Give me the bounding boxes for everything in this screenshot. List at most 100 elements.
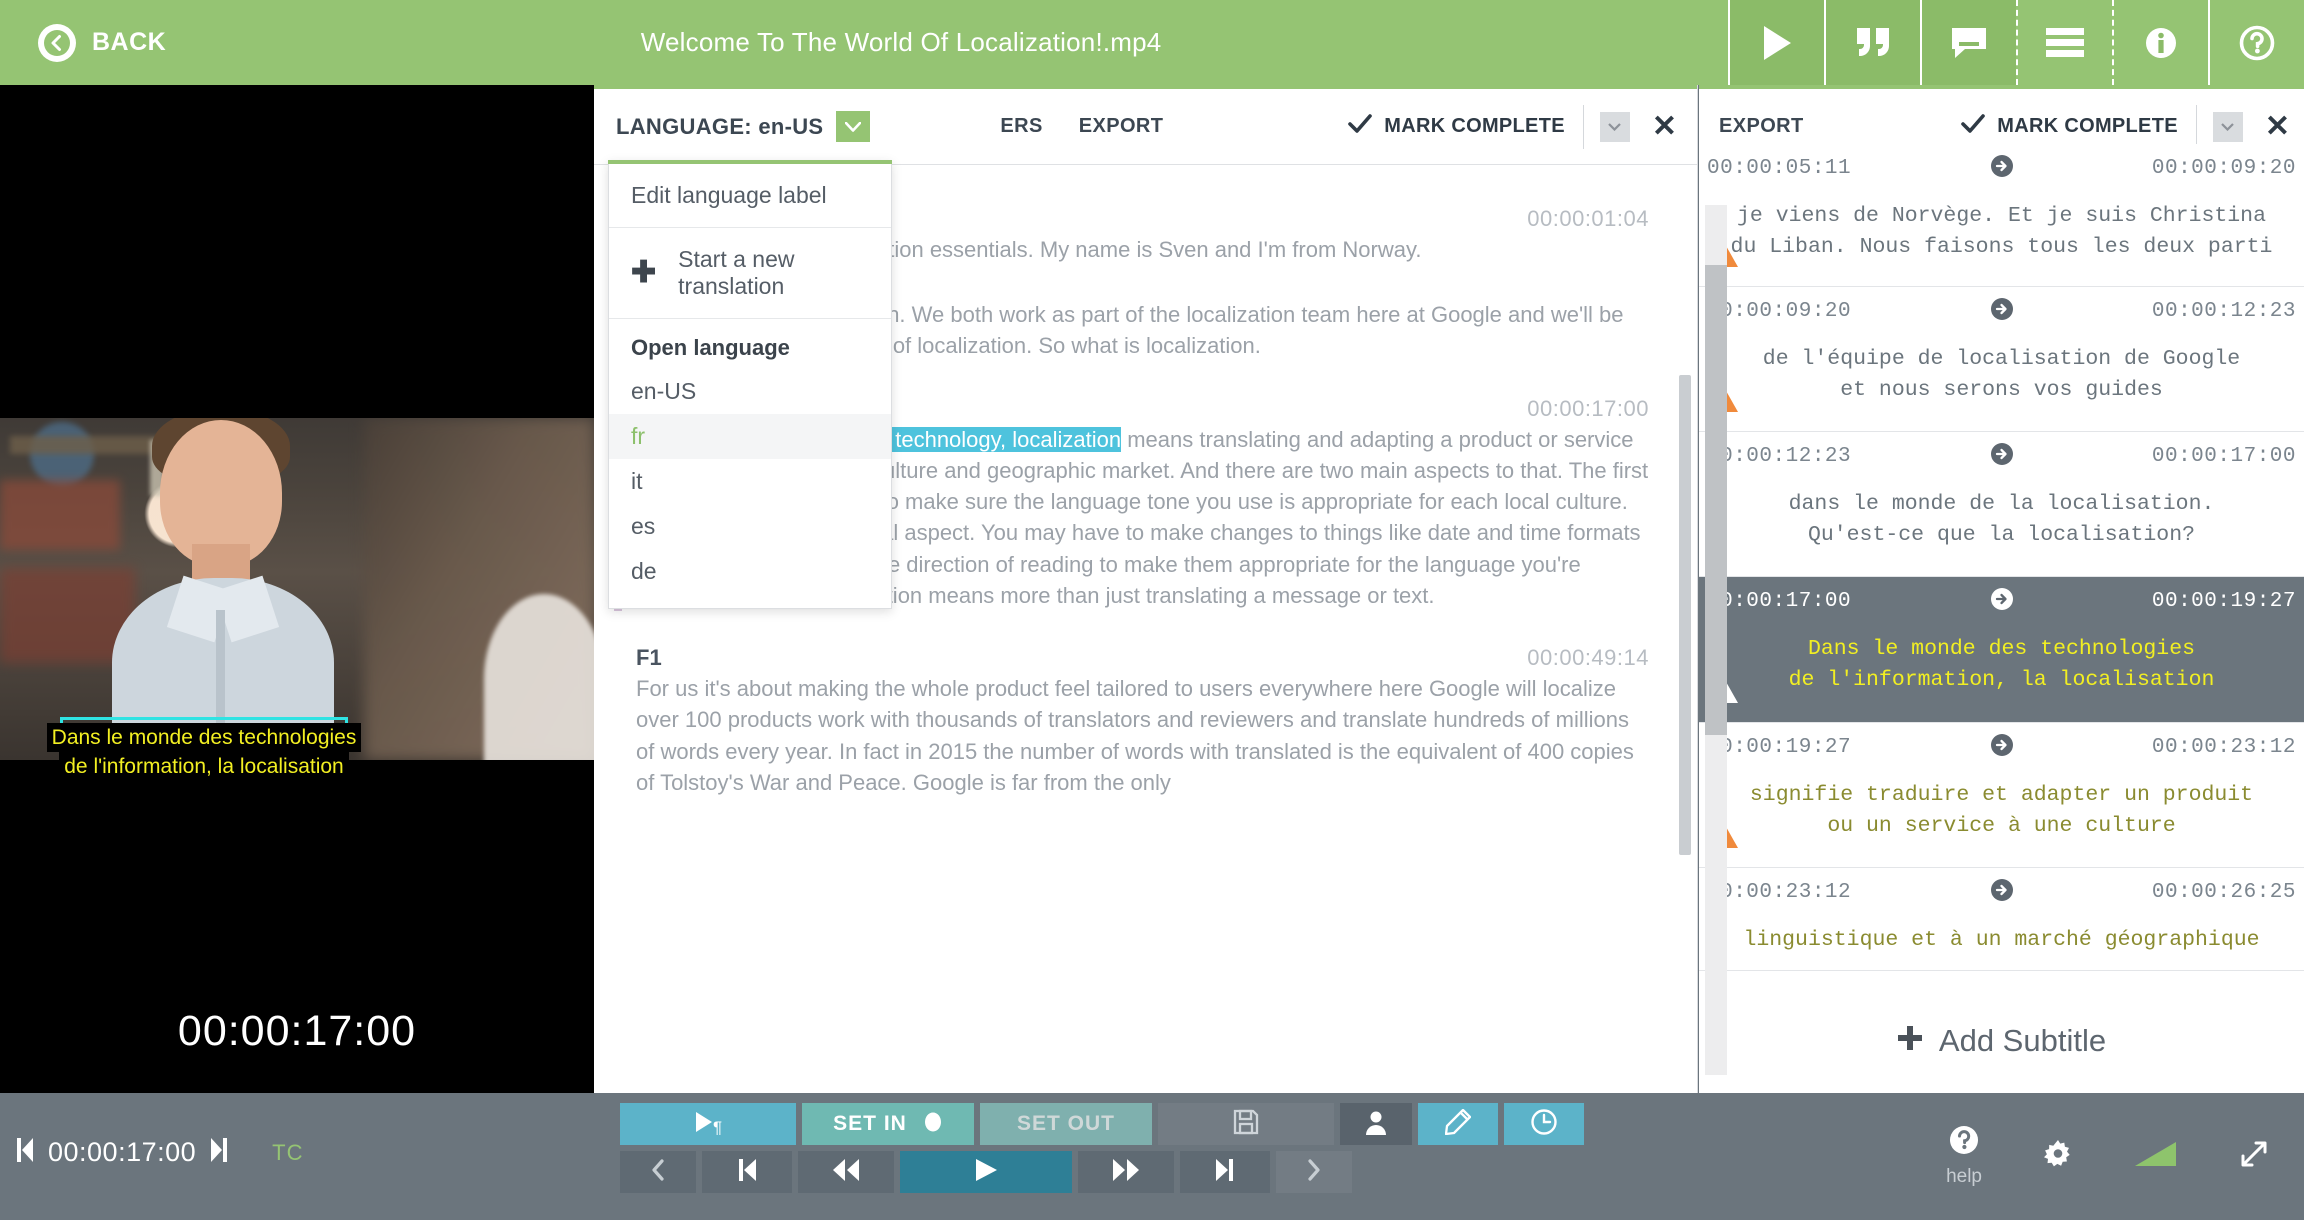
toolbar-alignment-button[interactable]: [2016, 0, 2112, 85]
transport-row-bottom: [620, 1151, 1584, 1193]
subtitle-row[interactable]: 00:00:09:20 00:00:12:23 de l'équipe de l…: [1699, 287, 2304, 432]
play-paragraph-button[interactable]: ¶: [620, 1103, 796, 1145]
video-player-panel[interactable]: Dans le monde des technologies de l'info…: [0, 85, 594, 1093]
menu-item-start-new-translation[interactable]: ✚ Start a new translation: [609, 228, 891, 319]
video-letterbox: [0, 85, 594, 418]
menu-language-en-us[interactable]: en-US: [609, 369, 891, 414]
subtitle-row[interactable]: 00:00:23:12 00:00:26:25 linguistique et …: [1699, 868, 2304, 971]
subtitle-end-time[interactable]: 00:00:23:12: [2152, 736, 2296, 759]
back-button[interactable]: BACK: [0, 0, 194, 85]
volume-button[interactable]: [2134, 1140, 2178, 1173]
transcript-scrollbar[interactable]: [1679, 375, 1691, 855]
transcript-mark-complete-button[interactable]: MARK COMPLETE: [1348, 114, 1583, 139]
paragraph-header: F1 00:00:49:14: [636, 645, 1649, 671]
timing-button[interactable]: [1504, 1103, 1584, 1145]
play-paragraph-icon: ¶: [688, 1109, 728, 1140]
subtitle-list[interactable]: 00:00:05:11 00:00:09:20 je viens de Norv…: [1699, 144, 2304, 1093]
subtitle-text-wrap[interactable]: de l'équipe de localisation de Google et…: [1699, 326, 2304, 405]
subtitle-text-wrap[interactable]: je viens de Norvège. Et je suis Christin…: [1699, 183, 2304, 262]
set-out-label: SET OUT: [1017, 1112, 1115, 1136]
subtitle-text[interactable]: je viens de Norvège. Et je suis Christin…: [1725, 201, 2278, 262]
skip-start-button[interactable]: [702, 1151, 792, 1193]
subtitle-text-wrap[interactable]: Dans le monde des technologies de l'info…: [1699, 616, 2304, 695]
next-chevron-button[interactable]: [1276, 1151, 1352, 1193]
subtitle-end-time[interactable]: 00:00:17:00: [2152, 445, 2296, 468]
menu-language-de[interactable]: de: [609, 549, 891, 594]
menu-item-edit-language-label[interactable]: Edit language label: [609, 164, 891, 228]
subtitle-start-time[interactable]: 00:00:12:23: [1707, 445, 1851, 468]
timecode-mode-label[interactable]: TC: [272, 1140, 303, 1166]
subtitle-export-button[interactable]: EXPORT: [1719, 115, 1804, 138]
subtitle-start-time[interactable]: 00:00:17:00: [1707, 590, 1851, 613]
fast-forward-button[interactable]: [1078, 1151, 1174, 1193]
video-subtitle-overlay-box[interactable]: Dans le monde des technologies de l'info…: [60, 717, 348, 776]
edit-button[interactable]: [1418, 1103, 1498, 1145]
set-in-button[interactable]: SET IN: [802, 1103, 974, 1145]
subtitle-text-wrap[interactable]: linguistique et à un marché géographique: [1699, 907, 2304, 956]
subtitle-row[interactable]: 00:00:12:23 00:00:17:00 dans le monde de…: [1699, 432, 2304, 577]
subtitle-end-time[interactable]: 00:00:26:25: [2152, 881, 2296, 904]
subtitle-scrollbar-track[interactable]: [1705, 205, 1727, 1075]
subtitle-start-time[interactable]: 00:00:19:27: [1707, 736, 1851, 759]
language-dropdown-menu[interactable]: Edit language label ✚ Start a new transl…: [608, 160, 892, 609]
subtitle-mark-complete-label: MARK COMPLETE: [1997, 115, 2178, 138]
subtitle-row[interactable]: 00:00:05:11 00:00:09:20 je viens de Norv…: [1699, 144, 2304, 287]
skip-start-icon[interactable]: [16, 1137, 34, 1168]
subtitle-text-wrap[interactable]: dans le monde de la localisation. Qu'est…: [1699, 471, 2304, 550]
add-subtitle-button[interactable]: Add Subtitle: [1699, 971, 2304, 1093]
subtitle-scrollbar-thumb[interactable]: [1705, 265, 1727, 735]
subtitle-end-time[interactable]: 00:00:12:23: [2152, 300, 2296, 323]
subtitle-options-dropdown[interactable]: [2213, 112, 2243, 142]
rewind-button[interactable]: [798, 1151, 894, 1193]
paragraph-text[interactable]: For us it's about making the whole produ…: [636, 673, 1649, 798]
subtitle-end-time[interactable]: 00:00:09:20: [2152, 157, 2296, 180]
menu-language-fr[interactable]: fr: [609, 414, 891, 459]
tab-speakers[interactable]: ERS: [1000, 115, 1042, 138]
tab-export[interactable]: EXPORT: [1079, 115, 1164, 138]
language-selector[interactable]: LANGUAGE: en-US: [594, 111, 870, 142]
language-dropdown-toggle[interactable]: [836, 111, 870, 142]
subtitle-end-time[interactable]: 00:00:19:27: [2152, 590, 2296, 613]
fullscreen-button[interactable]: [2240, 1140, 2268, 1173]
subtitle-mark-complete-button[interactable]: MARK COMPLETE: [1961, 114, 2196, 139]
play-button[interactable]: [900, 1151, 1072, 1193]
list-align-icon: [2044, 26, 2086, 60]
prev-chevron-button[interactable]: [620, 1151, 696, 1193]
subtitle-text[interactable]: linguistique et à un marché géographique: [1725, 925, 2278, 956]
menu-language-es[interactable]: es: [609, 504, 891, 549]
toolbar-info-button[interactable]: [2112, 0, 2208, 85]
subtitle-start-time[interactable]: 00:00:09:20: [1707, 300, 1851, 323]
subtitle-times: 00:00:05:11 00:00:09:20: [1699, 154, 2304, 183]
speaker-button[interactable]: [1340, 1103, 1412, 1145]
transcript-paragraph[interactable]: F1 00:00:49:14 For us it's about making …: [636, 645, 1649, 798]
toolbar-play-button[interactable]: [1728, 0, 1824, 85]
toolbar-transcript-button[interactable]: [1824, 0, 1920, 85]
subtitle-start-time[interactable]: 00:00:23:12: [1707, 881, 1851, 904]
help-button[interactable]: help: [1946, 1125, 1982, 1188]
arrow-right-circle-icon: [1990, 733, 2014, 762]
transcript-options-dropdown[interactable]: [1600, 112, 1630, 142]
transcript-close-button[interactable]: ✕: [1652, 112, 1677, 142]
top-bar: BACK Welcome To The World Of Localizatio…: [0, 0, 2304, 85]
quote-icon: [1853, 26, 1893, 60]
subtitle-row[interactable]: 00:00:19:27 00:00:23:12 signifie traduir…: [1699, 723, 2304, 868]
subtitle-text-wrap[interactable]: signifie traduire et adapter un produit …: [1699, 762, 2304, 841]
set-out-button[interactable]: SET OUT: [980, 1103, 1152, 1145]
toolbar-subtitles-button[interactable]: [1920, 0, 2016, 85]
settings-button[interactable]: [2044, 1140, 2072, 1173]
bottom-timecode[interactable]: 00:00:17:00: [48, 1137, 196, 1168]
menu-language-it[interactable]: it: [609, 459, 891, 504]
toolbar-help-button[interactable]: [2208, 0, 2304, 85]
save-button[interactable]: [1158, 1103, 1334, 1145]
skip-end-button[interactable]: [1180, 1151, 1270, 1193]
subtitle-close-button[interactable]: ✕: [2265, 112, 2290, 142]
subtitle-text[interactable]: dans le monde de la localisation. Qu'est…: [1725, 489, 2278, 550]
video-subtitle-line-2: de l'information, la localisation: [59, 752, 349, 781]
skip-end-icon[interactable]: [210, 1137, 228, 1168]
subtitle-text[interactable]: signifie traduire et adapter un produit …: [1725, 780, 2278, 841]
subtitle-text[interactable]: Dans le monde des technologies de l'info…: [1725, 634, 2278, 695]
subtitle-text[interactable]: de l'équipe de localisation de Google et…: [1725, 344, 2278, 405]
subtitle-start-time[interactable]: 00:00:05:11: [1707, 157, 1851, 180]
play-icon: [1760, 24, 1794, 62]
subtitle-row-selected[interactable]: 00:00:17:00 00:00:19:27 Dans le monde de…: [1699, 577, 2304, 723]
